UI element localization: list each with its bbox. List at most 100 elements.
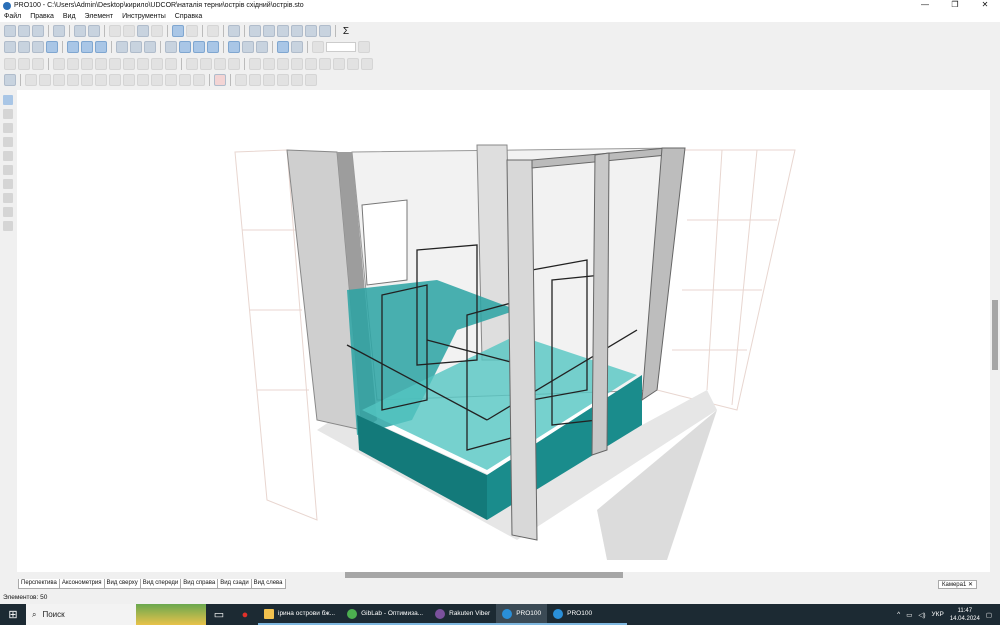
paste-icon[interactable] xyxy=(137,25,149,37)
tab-right[interactable]: Вид справа xyxy=(180,579,219,589)
language-indicator[interactable]: УКР xyxy=(932,611,944,618)
volume-icon[interactable]: ◁) xyxy=(918,611,925,619)
eye-icon[interactable] xyxy=(207,41,219,53)
export-icon[interactable] xyxy=(53,25,65,37)
tool-8-icon[interactable] xyxy=(123,74,135,86)
3d-viewport[interactable] xyxy=(17,90,990,572)
texture-icon[interactable] xyxy=(130,41,142,53)
size-2-icon[interactable] xyxy=(200,58,212,70)
tool-6-icon[interactable] xyxy=(95,74,107,86)
image-icon[interactable] xyxy=(319,25,331,37)
tab-front[interactable]: Вид спереди xyxy=(139,579,182,589)
tray-chevron-icon[interactable]: ^ xyxy=(897,611,900,618)
shadow-icon[interactable] xyxy=(116,41,128,53)
new-file-icon[interactable] xyxy=(4,25,16,37)
size-3-icon[interactable] xyxy=(214,58,226,70)
select-icon[interactable] xyxy=(165,41,177,53)
dist-1-icon[interactable] xyxy=(249,58,261,70)
dist-2-icon[interactable] xyxy=(263,58,275,70)
align-1-icon[interactable] xyxy=(4,58,16,70)
tool-a-icon[interactable] xyxy=(3,151,13,161)
taskbar-item-pro100-1[interactable]: PRO100 xyxy=(496,604,548,625)
zoom-out-icon[interactable] xyxy=(312,41,324,53)
align-5-icon[interactable] xyxy=(67,58,79,70)
tool-2-icon[interactable] xyxy=(39,74,51,86)
tool-9-icon[interactable] xyxy=(137,74,149,86)
multi-select-icon[interactable] xyxy=(3,109,13,119)
align-6-icon[interactable] xyxy=(81,58,93,70)
zoom-in-icon[interactable] xyxy=(358,41,370,53)
menu-tools[interactable]: Инструменты xyxy=(122,13,166,20)
restore-button[interactable]: ❐ xyxy=(940,0,970,9)
tab-perspective[interactable]: Перспектива xyxy=(18,579,60,589)
grid-icon[interactable] xyxy=(193,41,205,53)
tool-b-icon[interactable] xyxy=(3,165,13,175)
ring-icon[interactable] xyxy=(214,74,226,86)
view-wire-icon[interactable] xyxy=(4,41,16,53)
view-box1-icon[interactable] xyxy=(67,41,79,53)
cut-icon[interactable] xyxy=(109,25,121,37)
view-box3-icon[interactable] xyxy=(95,41,107,53)
dist-5-icon[interactable] xyxy=(305,58,317,70)
tool-17-icon[interactable] xyxy=(277,74,289,86)
camera-tab[interactable]: Камера1 ✕ xyxy=(938,580,977,589)
tool-4-icon[interactable] xyxy=(67,74,79,86)
measure-icon[interactable] xyxy=(3,123,13,133)
align-9-icon[interactable] xyxy=(123,58,135,70)
print-icon[interactable] xyxy=(74,25,86,37)
dist-9-icon[interactable] xyxy=(361,58,373,70)
taskbar-item-pro100-2[interactable]: PRO100 xyxy=(547,604,628,625)
menu-edit[interactable]: Правка xyxy=(30,13,54,20)
sum-icon[interactable]: Σ xyxy=(340,26,352,37)
view-outline-icon[interactable] xyxy=(18,41,30,53)
tool-16-icon[interactable] xyxy=(263,74,275,86)
dist-7-icon[interactable] xyxy=(333,58,345,70)
light-icon[interactable] xyxy=(144,41,156,53)
search-box[interactable]: ⌕ Поиск xyxy=(26,604,136,625)
tool-15-icon[interactable] xyxy=(249,74,261,86)
list-icon[interactable] xyxy=(277,25,289,37)
print-preview-icon[interactable] xyxy=(88,25,100,37)
screen-icon[interactable] xyxy=(305,25,317,37)
close-button[interactable]: ✕ xyxy=(970,0,1000,9)
dist-8-icon[interactable] xyxy=(347,58,359,70)
tool-10-icon[interactable] xyxy=(151,74,163,86)
tool-d-icon[interactable] xyxy=(3,193,13,203)
tool-f-icon[interactable] xyxy=(3,221,13,231)
tool-12-icon[interactable] xyxy=(179,74,191,86)
tool-13-icon[interactable] xyxy=(193,74,205,86)
align-2-icon[interactable] xyxy=(18,58,30,70)
windows-start-icon[interactable]: ⊞ xyxy=(0,608,26,621)
catalog-icon[interactable] xyxy=(249,25,261,37)
size-4-icon[interactable] xyxy=(228,58,240,70)
tool-19-icon[interactable] xyxy=(305,74,317,86)
taskbar-item-folder[interactable]: ірина острови бж... xyxy=(258,604,342,625)
opera-icon[interactable]: ● xyxy=(232,609,258,621)
align-icon[interactable] xyxy=(256,41,268,53)
dimension-icon[interactable] xyxy=(179,41,191,53)
menu-help[interactable]: Справка xyxy=(175,13,202,20)
tool-e-icon[interactable] xyxy=(3,207,13,217)
tool-14-icon[interactable] xyxy=(235,74,247,86)
network-icon[interactable]: ▭ xyxy=(906,611,912,619)
undo-icon[interactable] xyxy=(172,25,184,37)
vertical-scroll-thumb[interactable] xyxy=(992,300,998,370)
tool-11-icon[interactable] xyxy=(165,74,177,86)
tool-c-icon[interactable] xyxy=(3,179,13,189)
dist-4-icon[interactable] xyxy=(291,58,303,70)
tab-axonometry[interactable]: Аксонометрия xyxy=(58,579,105,589)
taskbar-item-viber[interactable]: Rakuten Viber xyxy=(429,604,497,625)
tool-5-icon[interactable] xyxy=(81,74,93,86)
align-3-icon[interactable] xyxy=(32,58,44,70)
tool-3-icon[interactable] xyxy=(53,74,65,86)
delete-icon[interactable] xyxy=(151,25,163,37)
view-box2-icon[interactable] xyxy=(81,41,93,53)
clock[interactable]: 11:47 14.04.2024 xyxy=(950,607,980,623)
view-shaded-icon[interactable] xyxy=(46,41,58,53)
align-11-icon[interactable] xyxy=(151,58,163,70)
tab-back[interactable]: Вид сзади xyxy=(217,579,252,589)
copy-icon[interactable] xyxy=(123,25,135,37)
zoom-select[interactable] xyxy=(326,42,356,52)
menu-element[interactable]: Элемент xyxy=(85,13,114,20)
rotate-icon[interactable] xyxy=(242,41,254,53)
